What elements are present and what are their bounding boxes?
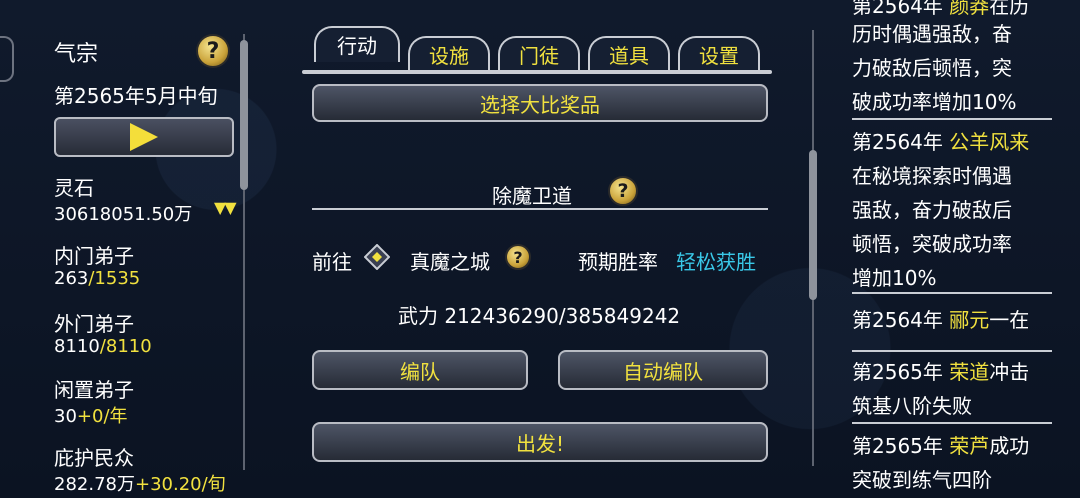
log-separator (852, 350, 1052, 352)
stat-value-protected-people: 282.78万+30.20/旬 (54, 474, 226, 495)
advance-time-button[interactable] (54, 117, 234, 157)
stat-label-idle-disciples: 闲置弟子 (54, 378, 134, 402)
stat-value-inner-disciples: 263/1535 (54, 268, 141, 289)
log-line: 力破敌后顿悟，突 (852, 56, 1012, 80)
stat-value-spirit-stone: 30618051.50万 (54, 204, 193, 225)
log-line: 历时偶遇强敌，奋 (852, 22, 1012, 46)
log-line: 第2564年 郦元一在 (852, 308, 1030, 332)
sect-name: 气宗 (54, 42, 99, 67)
help-question-icon[interactable]: ? (196, 34, 230, 68)
log-line: 破成功率增加10% (852, 90, 1017, 114)
game-date: 第2565年5月中旬 (54, 84, 218, 108)
stat-label-protected-people: 庇护民众 (54, 446, 134, 470)
stat-value-outer-disciples: 8110/8110 (54, 336, 152, 357)
stat-label-inner-disciples: 内门弟子 (54, 244, 134, 268)
force-display: 武力 212436290/385849242 (398, 304, 681, 328)
left-status-panel: 气宗 ? 第2565年5月中旬 灵石 30618051.50万 ▼▼ 内门弟子 … (0, 0, 260, 498)
team-button[interactable]: 编队 (312, 350, 528, 390)
log-separator (852, 422, 1052, 424)
auto-team-button[interactable]: 自动编队 (558, 350, 768, 390)
log-separator (852, 118, 1052, 120)
log-line: 第2564年 颜莽在历 (852, 0, 1030, 18)
stat-value-idle-disciples: 30+0/年 (54, 406, 128, 427)
log-line: 突破到练气四阶 (852, 468, 992, 492)
decrease-arrows-icon[interactable]: ▼▼ (214, 198, 237, 217)
log-line: 筑基八阶失败 (852, 394, 972, 418)
log-line: 第2565年 荣芦成功 (852, 434, 1030, 458)
destination-diamond-icon[interactable] (364, 244, 390, 270)
tab-items[interactable]: 道具 (588, 36, 670, 72)
destination-help-icon[interactable]: ? (505, 244, 531, 270)
depart-button[interactable]: 出发! (312, 422, 768, 462)
left-scrollbar-thumb[interactable] (240, 40, 248, 190)
tab-facilities[interactable]: 设施 (408, 36, 490, 72)
log-line: 增加10% (852, 266, 937, 290)
log-line: 强敌，奋力破敌后 (852, 198, 1012, 222)
action-panel: 行动 设施 门徒 道具 设置 选择大比奖品 除魔卫道 ? 前往 真魔之城 ? 预… (292, 0, 792, 498)
side-decoration (0, 36, 14, 82)
play-icon (130, 123, 158, 151)
event-log: 第2564年 颜莽在历 历时偶遇强敌，奋 力破敌后顿悟，突 破成功率增加10% … (852, 0, 1080, 498)
log-scrollbar-thumb[interactable] (809, 150, 817, 300)
tab-disciples[interactable]: 门徒 (498, 36, 580, 72)
left-scrollbar[interactable] (240, 34, 248, 470)
tab-settings[interactable]: 设置 (678, 36, 760, 72)
destination-name[interactable]: 真魔之城 (410, 246, 490, 275)
log-line: 在秘境探索时偶遇 (852, 164, 1012, 188)
log-line: 第2565年 荣道冲击 (852, 360, 1030, 384)
log-separator (852, 292, 1052, 294)
select-prize-button[interactable]: 选择大比奖品 (312, 84, 768, 122)
section-divider (312, 208, 768, 210)
section-title: 除魔卫道 (492, 184, 572, 208)
stat-label-spirit-stone: 灵石 (54, 176, 94, 200)
goto-label: 前往 (312, 250, 352, 274)
log-line: 顿悟，突破成功率 (852, 232, 1012, 256)
tab-action[interactable]: 行动 (314, 26, 400, 62)
expected-rate-label: 预期胜率 (578, 250, 658, 274)
section-help-icon[interactable]: ? (608, 176, 638, 206)
tabs-underline (302, 70, 772, 74)
log-scrollbar[interactable] (808, 30, 818, 466)
stat-label-outer-disciples: 外门弟子 (54, 312, 134, 336)
expected-rate-value: 轻松获胜 (676, 250, 756, 274)
log-line: 第2564年 公羊风来 (852, 130, 1030, 154)
